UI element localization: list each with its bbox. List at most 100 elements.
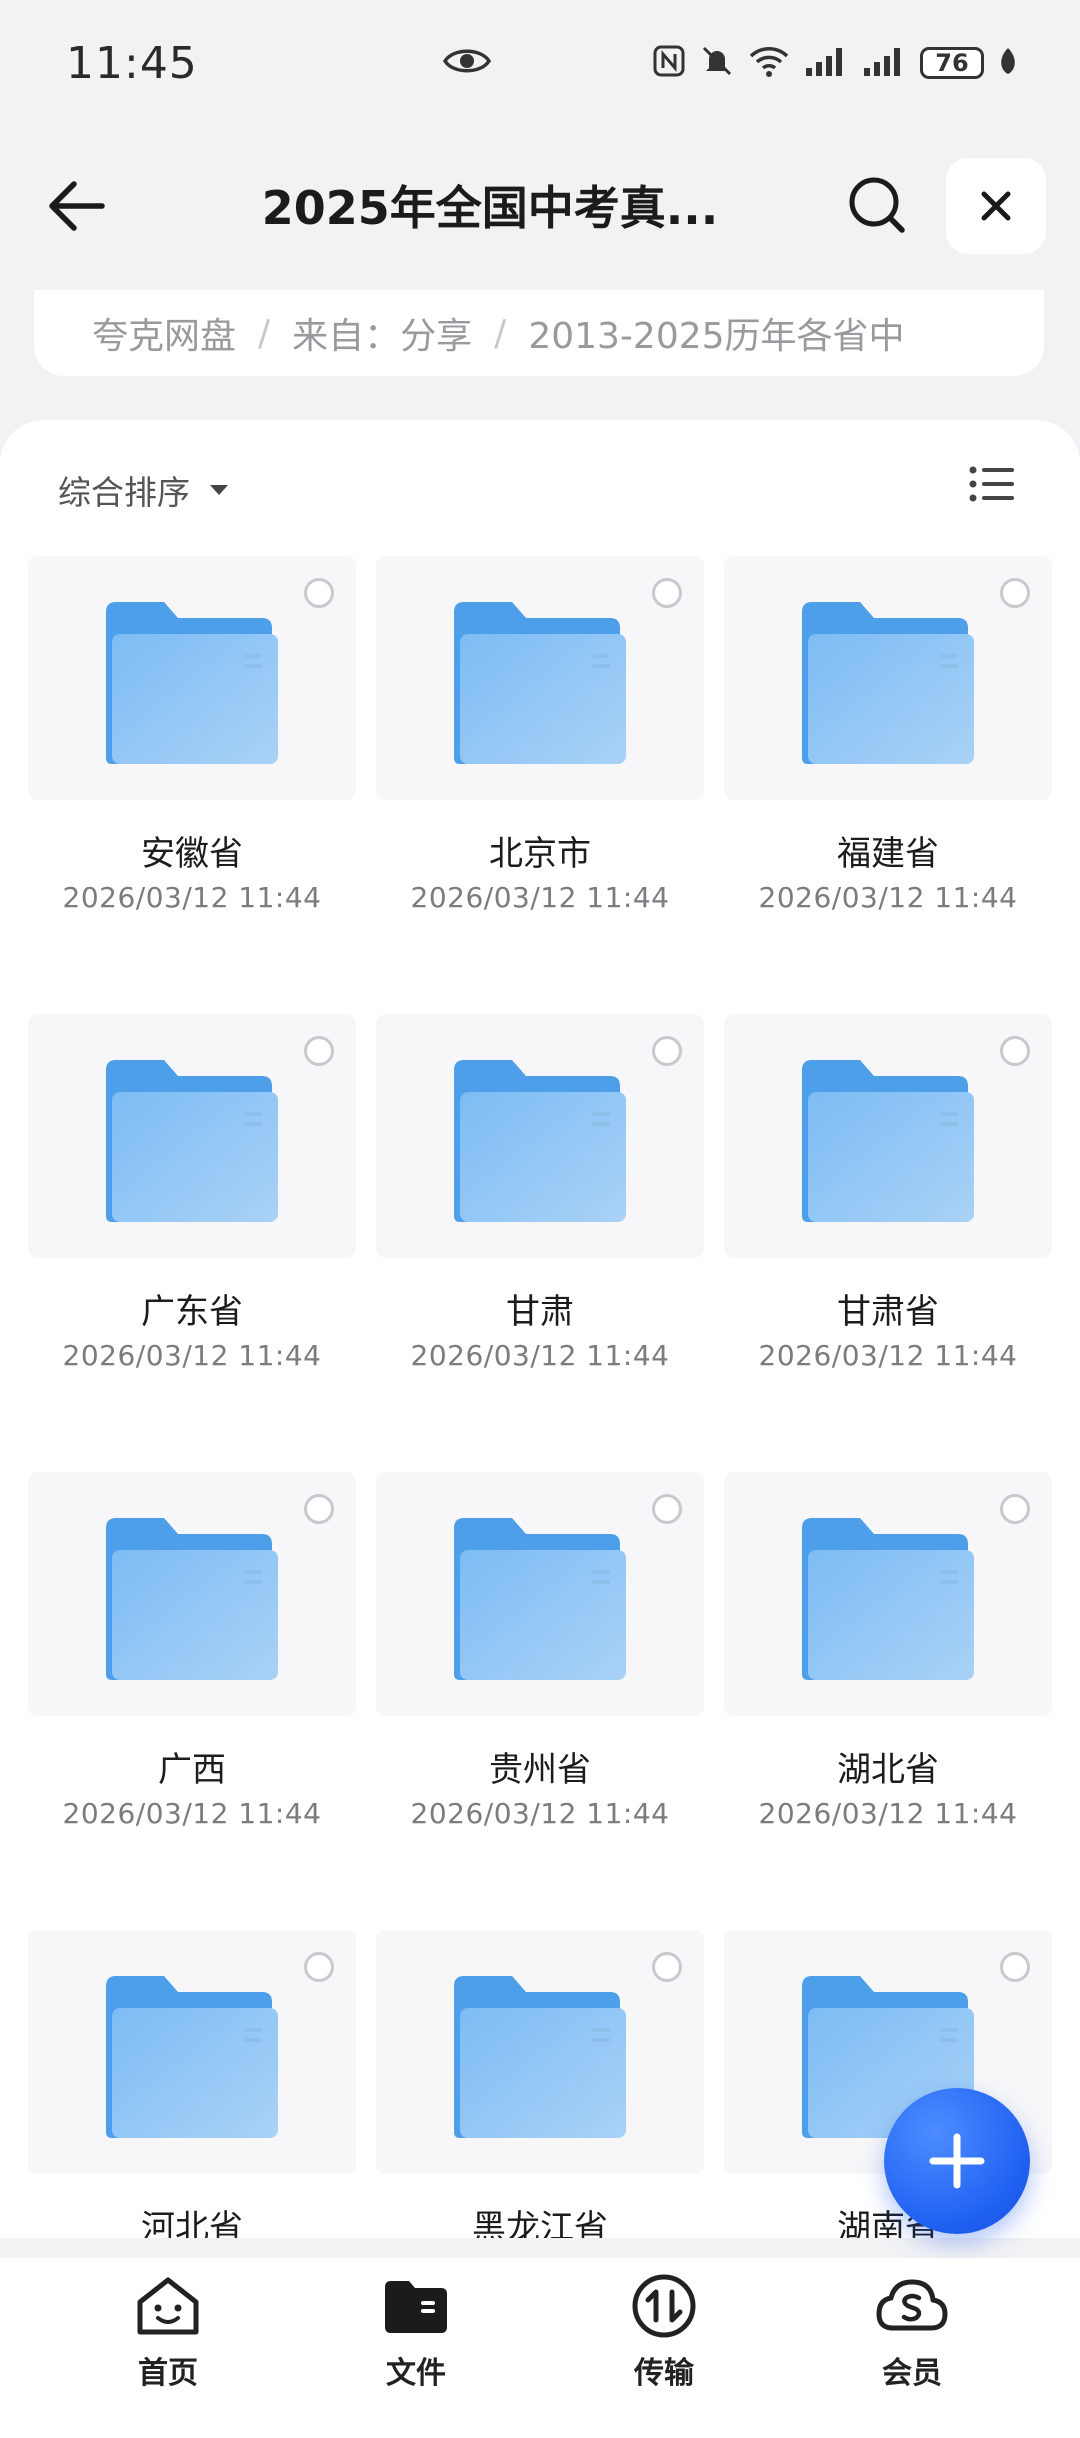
folder-tile[interactable]: 甘肃 2026/03/12 11:44 xyxy=(376,1014,704,1372)
folder-thumbnail xyxy=(724,1014,1052,1258)
vip-cloud-icon xyxy=(876,2279,948,2331)
nav-label: 首页 xyxy=(138,2356,198,2391)
nav-home[interactable]: 首页 xyxy=(88,2268,248,2392)
file-panel: 综合排序 安徽省 2026/03/12 11:44 北京市 2026/03/12 11… xyxy=(0,420,1080,2238)
status-time: 11:45 xyxy=(66,38,198,89)
folder-icon xyxy=(798,1056,978,1230)
folder-tile[interactable]: 安徽省 2026/03/12 11:44 xyxy=(28,556,356,914)
select-radio[interactable] xyxy=(304,1494,334,1524)
folder-date: 2026/03/12 11:44 xyxy=(758,881,1018,914)
select-radio[interactable] xyxy=(652,1952,682,1982)
folder-tile[interactable]: 福建省 2026/03/12 11:44 xyxy=(724,556,1052,914)
list-view-button[interactable] xyxy=(968,464,1016,508)
transfer-icon xyxy=(632,2274,696,2338)
select-radio[interactable] xyxy=(1000,1952,1030,1982)
folder-icon xyxy=(102,598,282,772)
folder-icon xyxy=(450,598,630,772)
folder-date: 2026/03/12 11:44 xyxy=(410,1339,670,1372)
folder-icon xyxy=(450,1972,630,2146)
folder-name: 安徽省 xyxy=(141,834,243,874)
folder-icon xyxy=(102,1514,282,1688)
folder-name: 甘肃 xyxy=(506,1292,574,1332)
folder-thumbnail xyxy=(28,1472,356,1716)
select-radio[interactable] xyxy=(652,1036,682,1066)
nav-vip[interactable]: 会员 xyxy=(832,2268,992,2392)
nav-transfer[interactable]: 传输 xyxy=(584,2268,744,2392)
folder-icon xyxy=(798,598,978,772)
leaf-icon xyxy=(998,46,1018,80)
folder-icon xyxy=(385,2281,447,2333)
folder-tile[interactable]: 广西 2026/03/12 11:44 xyxy=(28,1472,356,1830)
select-radio[interactable] xyxy=(304,578,334,608)
select-radio[interactable] xyxy=(1000,1494,1030,1524)
breadcrumb-item[interactable]: 2013-2025历年各省中 xyxy=(528,307,904,359)
nfc-icon xyxy=(652,44,686,82)
folder-name: 北京市 xyxy=(489,834,591,874)
select-radio[interactable] xyxy=(652,1494,682,1524)
signal-icon xyxy=(862,44,906,82)
breadcrumb: 夸克网盘 / 来自：分享 / 2013-2025历年各省中 xyxy=(34,290,1044,376)
bell-muted-icon xyxy=(700,44,734,82)
folder-tile[interactable]: 贵州省 2026/03/12 11:44 xyxy=(376,1472,704,1830)
status-bar: 11:45 76 xyxy=(0,0,1080,130)
wifi-icon xyxy=(748,44,790,82)
sort-dropdown[interactable]: 综合排序 xyxy=(58,466,230,514)
folder-thumbnail xyxy=(724,1472,1052,1716)
folder-tile[interactable]: 甘肃省 2026/03/12 11:44 xyxy=(724,1014,1052,1372)
add-button[interactable] xyxy=(884,2088,1030,2234)
select-radio[interactable] xyxy=(1000,578,1030,608)
folder-date: 2026/03/12 11:44 xyxy=(62,1797,322,1830)
folder-thumbnail xyxy=(28,1930,356,2174)
back-button[interactable] xyxy=(44,176,108,240)
list-icon xyxy=(969,466,1014,502)
home-face-icon xyxy=(137,2277,199,2335)
folder-name: 黑龙江省 xyxy=(472,2208,608,2238)
select-radio[interactable] xyxy=(652,578,682,608)
folder-thumbnail xyxy=(28,1014,356,1258)
folder-icon xyxy=(450,1056,630,1230)
signal-icon xyxy=(804,44,848,82)
select-radio[interactable] xyxy=(304,1952,334,1982)
folder-thumbnail xyxy=(724,556,1052,800)
folder-date: 2026/03/12 11:44 xyxy=(62,881,322,914)
nav-files[interactable]: 文件 xyxy=(336,2268,496,2392)
nav-label: 会员 xyxy=(882,2356,942,2391)
folder-date: 2026/03/12 11:44 xyxy=(758,1797,1018,1830)
folder-tile[interactable]: 北京市 2026/03/12 11:44 xyxy=(376,556,704,914)
folder-tile[interactable]: 河北省2026/03/12 11:44 xyxy=(28,1930,356,2238)
bottom-nav: 首页 文件 传输 会员 xyxy=(0,2258,1080,2438)
select-radio[interactable] xyxy=(1000,1036,1030,1066)
folder-tile[interactable]: 湖北省 2026/03/12 11:44 xyxy=(724,1472,1052,1830)
nav-label: 传输 xyxy=(634,2356,694,2391)
close-button[interactable] xyxy=(946,158,1046,254)
caret-down-icon xyxy=(210,485,228,495)
status-icons: 76 xyxy=(652,44,1018,82)
folder-tile[interactable]: 广东省 2026/03/12 11:44 xyxy=(28,1014,356,1372)
sort-label: 综合排序 xyxy=(58,473,190,512)
plus-icon xyxy=(929,2133,985,2189)
folder-date: 2026/03/12 11:44 xyxy=(62,1339,322,1372)
folder-date: 2026/03/12 11:44 xyxy=(758,1339,1018,1372)
folder-icon xyxy=(798,1514,978,1688)
breadcrumb-item[interactable]: 夸克网盘 xyxy=(92,307,236,359)
breadcrumb-separator: / xyxy=(494,312,507,354)
folder-thumbnail xyxy=(376,1014,704,1258)
folder-thumbnail xyxy=(376,1472,704,1716)
folder-name: 贵州省 xyxy=(489,1750,591,1790)
eye-icon xyxy=(442,46,492,80)
folder-icon xyxy=(102,1056,282,1230)
folder-thumbnail xyxy=(376,1930,704,2174)
nav-label: 文件 xyxy=(386,2356,446,2391)
breadcrumb-item[interactable]: 来自：分享 xyxy=(292,307,472,359)
breadcrumb-separator: / xyxy=(258,312,271,354)
folder-date: 2026/03/12 11:44 xyxy=(410,1797,670,1830)
folder-name: 广西 xyxy=(158,1750,226,1790)
folder-tile[interactable]: 黑龙江省2026/03/12 11:44 xyxy=(376,1930,704,2238)
folder-date: 2026/03/12 11:44 xyxy=(410,881,670,914)
select-radio[interactable] xyxy=(304,1036,334,1066)
search-button[interactable] xyxy=(846,174,908,240)
folder-icon xyxy=(102,1972,282,2146)
folder-name: 河北省 xyxy=(141,2208,243,2238)
folder-thumbnail xyxy=(376,556,704,800)
folder-name: 福建省 xyxy=(837,834,939,874)
